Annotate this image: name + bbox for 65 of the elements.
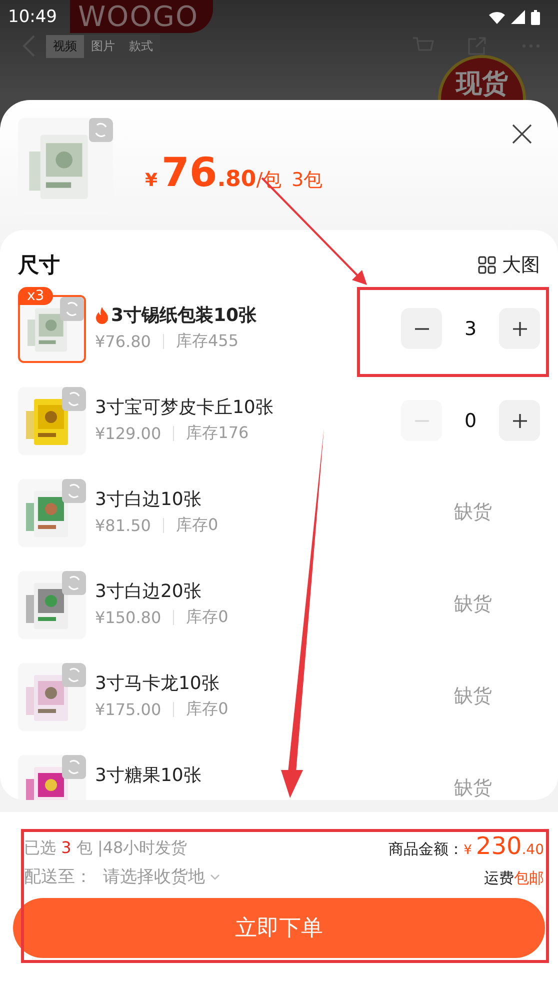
expand-icon[interactable] (62, 755, 86, 779)
media-tab[interactable]: 款式 (122, 34, 160, 58)
product-name: 3寸宝可梦皮卡丘10张 (95, 396, 274, 419)
minus-icon (414, 420, 428, 422)
expand-icon[interactable] (60, 297, 84, 321)
product-name: 3寸锡纸包装10张 (111, 304, 257, 327)
product-price: ¥175.00 (95, 700, 162, 719)
minus-icon (414, 328, 428, 330)
plus-icon (510, 320, 528, 338)
expand-icon[interactable] (62, 479, 86, 503)
product-price: ¥76.80 (95, 332, 151, 351)
media-tab[interactable]: 图片 (84, 34, 122, 58)
product-price: ¥81.50 (95, 516, 151, 535)
product-thumbnail[interactable] (18, 387, 86, 455)
expand-icon[interactable] (62, 663, 86, 687)
minus-button[interactable] (401, 308, 442, 349)
product-price: ¥129.00 (95, 424, 162, 443)
selection-summary: 已选 3 包 |48小时发货 (24, 838, 188, 859)
expand-icon[interactable] (62, 387, 86, 411)
grid-icon (478, 256, 496, 274)
status-time: 10:49 (8, 7, 57, 27)
product-price: ¥150.80 (95, 608, 162, 627)
product-thumbnail[interactable] (18, 571, 86, 639)
logo: WOOGO (70, 0, 212, 33)
quantity-badge: x3 (18, 287, 54, 305)
signal-icon (511, 10, 525, 24)
product-thumbnail[interactable] (18, 479, 86, 547)
stock-count: 库存0 (186, 607, 228, 628)
product-name: 3寸白边20张 (95, 580, 202, 603)
wifi-icon (489, 10, 505, 24)
plus-button[interactable] (499, 400, 540, 441)
price-decimal: .80 (217, 167, 256, 192)
back-icon[interactable] (22, 34, 36, 58)
sold-out-label: 缺货 (454, 776, 492, 800)
sold-out-label: 缺货 (454, 500, 492, 525)
quantity: 3 (463, 318, 478, 340)
expand-icon[interactable] (89, 118, 113, 142)
plus-icon (510, 412, 528, 430)
address-selector[interactable]: 配送至： 请选择收货地 (24, 865, 221, 888)
sold-out-label: 缺货 (454, 684, 492, 709)
flame-icon (95, 306, 109, 324)
product-thumbnail[interactable] (18, 663, 86, 731)
stock-count: 库存176 (186, 423, 249, 444)
sold-out-label: 缺货 (454, 592, 492, 617)
shipping-fee: 运费包邮 (484, 869, 544, 888)
stock-count: 库存0 (186, 699, 228, 720)
pack-count: 3包 (292, 168, 323, 193)
product-name: 3寸马卡龙10张 (95, 672, 220, 695)
plus-button[interactable] (499, 308, 540, 349)
battery-icon (531, 10, 540, 24)
expand-icon[interactable] (62, 571, 86, 595)
share-icon[interactable] (466, 35, 488, 57)
section-title: 尺寸 (18, 252, 60, 279)
product-name: 3寸糖果10张 (95, 764, 202, 787)
media-tab[interactable]: 视频 (46, 34, 84, 58)
close-icon[interactable] (512, 124, 532, 144)
quantity: 0 (463, 410, 478, 432)
total-amount: 商品金额：¥ 230.40 (388, 834, 544, 859)
order-button[interactable]: 立即下单 (13, 898, 545, 958)
stock-count: 库存0 (176, 515, 218, 536)
product-name: 3寸白边10张 (95, 488, 202, 511)
stock-count: 库存455 (176, 331, 239, 352)
price-integer: 76 (162, 150, 218, 196)
currency-symbol: ¥ (145, 170, 158, 191)
large-view-toggle[interactable]: 大图 (478, 252, 540, 278)
